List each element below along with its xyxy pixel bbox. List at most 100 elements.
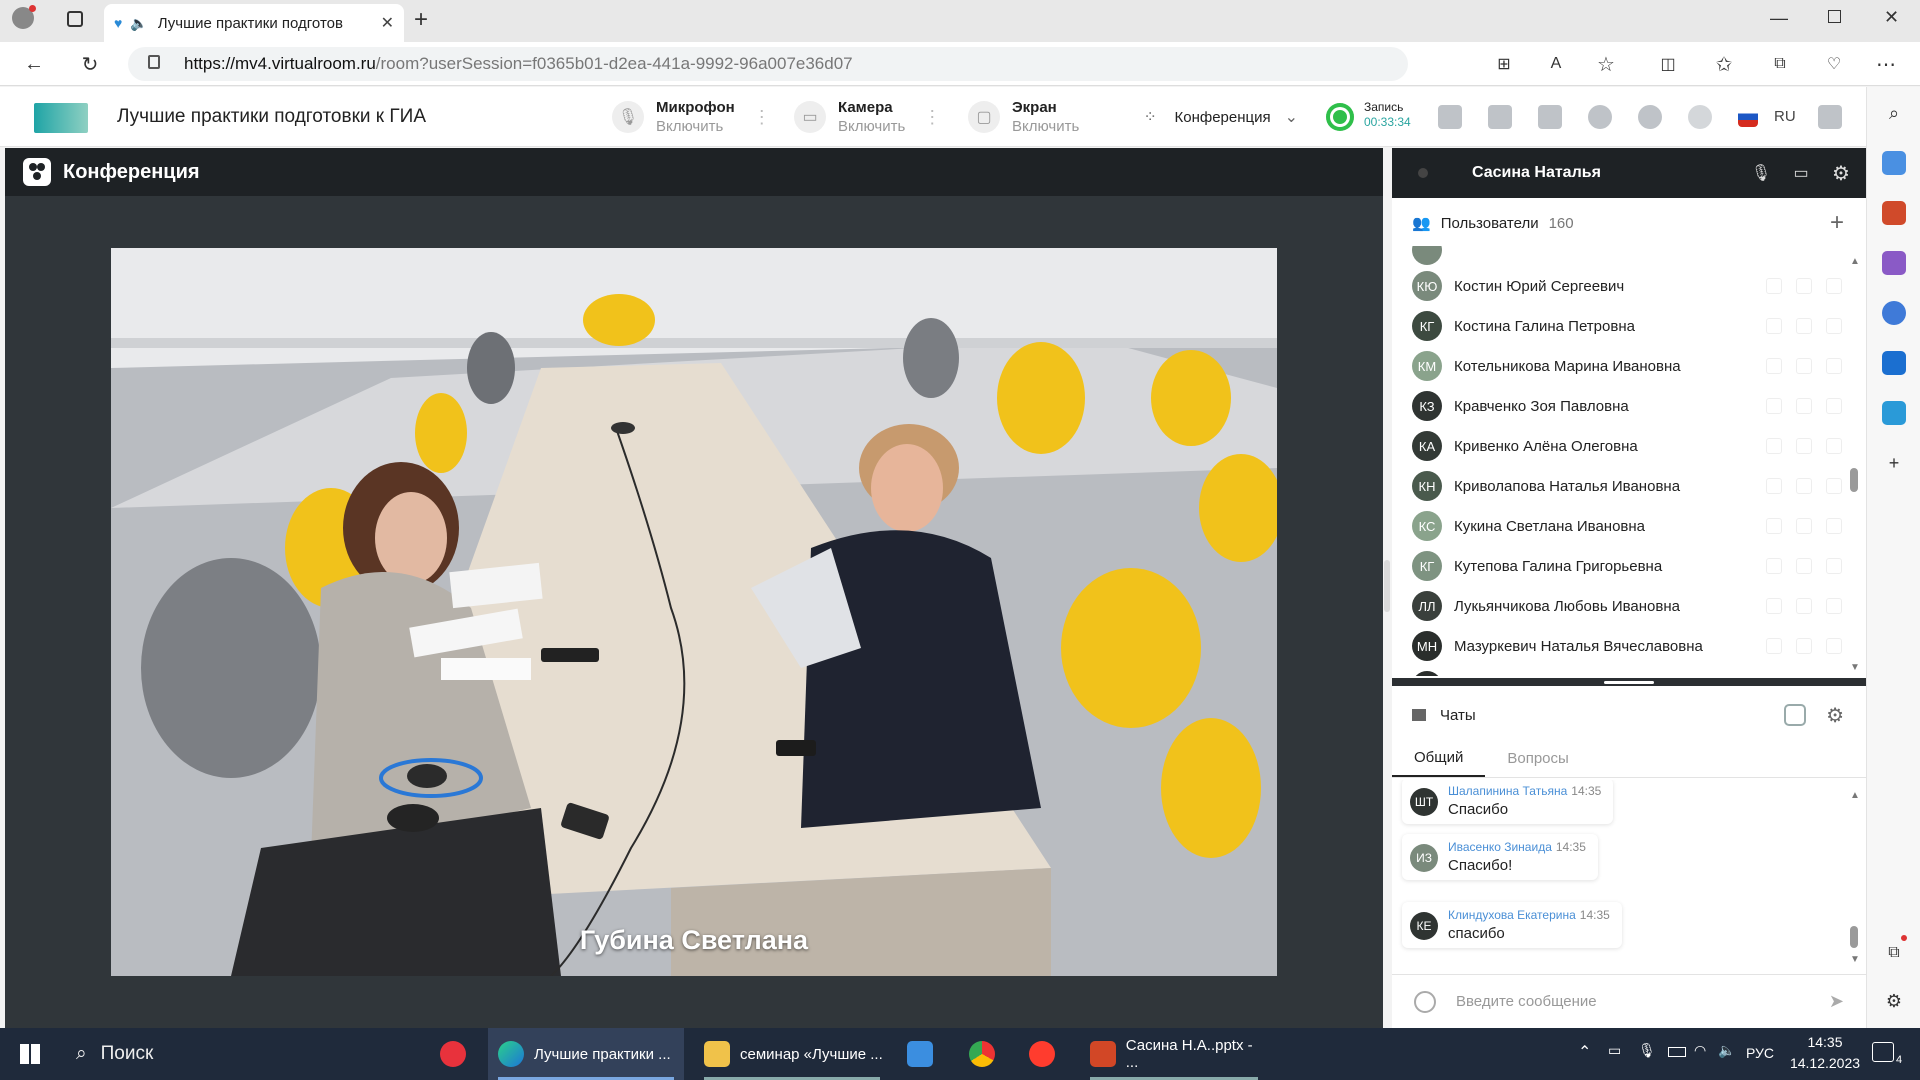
users-scroll-up-icon[interactable]: ▲ [1850, 256, 1860, 267]
user-row[interactable]: КА Кривенко Алёна Олеговна [1412, 426, 1842, 466]
screen-share-button[interactable]: ▢ Экран Включить [958, 93, 1086, 141]
users-scroll-down-icon[interactable]: ▼ [1850, 662, 1860, 673]
restore-window-button[interactable] [1828, 10, 1841, 23]
user-screen-status-icon[interactable] [1826, 358, 1842, 374]
tray-meet-icon[interactable]: ▭ [1608, 1042, 1621, 1059]
sidebar-games-icon[interactable] [1882, 251, 1906, 275]
tab-actions-icon[interactable] [67, 11, 83, 27]
taskbar-yandex-browser[interactable] [428, 1028, 478, 1080]
user-camera-status-icon[interactable] [1796, 278, 1812, 294]
chat-messages[interactable]: ШТ Шалапинина Татьяна 14:35 Спасибо ИЗ Ива… [1392, 780, 1866, 965]
russian-flag-icon[interactable] [1738, 107, 1758, 127]
user-row[interactable]: МН Мазуркевич Наталья Вячеславовна [1412, 626, 1842, 666]
microphone-options-icon[interactable]: ⋮ [753, 107, 771, 128]
participant-icon[interactable] [1588, 105, 1612, 129]
tray-mic-icon[interactable]: 🎙 [1638, 1042, 1656, 1059]
taskbar-powerpoint-window[interactable]: Сасина Н.А..pptx - ... [1080, 1028, 1268, 1080]
collections-icon[interactable]: ⧉ [1766, 50, 1794, 78]
close-tab-icon[interactable]: ✕ [381, 13, 394, 33]
send-icon[interactable]: ➤ [1829, 991, 1844, 1012]
taskbar-edge-window[interactable]: Лучшие практики ... [488, 1028, 684, 1080]
user-mic-status-icon[interactable] [1766, 598, 1782, 614]
grid-apps-icon[interactable] [1438, 105, 1462, 129]
chat-scroll-down-icon[interactable]: ▼ [1850, 954, 1860, 965]
settings-gear-icon[interactable] [1688, 105, 1712, 129]
sidebar-m365-icon[interactable] [1882, 301, 1906, 325]
chats-section-header[interactable]: Чаты ⚙ [1392, 692, 1866, 738]
user-mic-status-icon[interactable] [1766, 398, 1782, 414]
user-camera-status-icon[interactable] [1796, 438, 1812, 454]
add-user-button[interactable]: + [1830, 209, 1844, 237]
my-settings-gear-icon[interactable]: ⚙ [1826, 158, 1856, 188]
tray-overflow-icon[interactable]: ⌃ [1578, 1042, 1591, 1062]
browser-tab-active[interactable]: ♥ 🔈 Лучшие практики подготов ✕ [104, 4, 404, 42]
language-label[interactable]: RU [1774, 108, 1796, 125]
user-screen-status-icon[interactable] [1826, 638, 1842, 654]
users-section-header[interactable]: 👥 Пользователи 160 + [1392, 200, 1866, 246]
user-mic-status-icon[interactable] [1766, 518, 1782, 534]
user-screen-status-icon[interactable] [1826, 518, 1842, 534]
chat-settings-gear-icon[interactable]: ⚙ [1826, 703, 1844, 728]
user-screen-status-icon[interactable] [1826, 278, 1842, 294]
emoji-icon[interactable] [1414, 990, 1436, 1013]
read-aloud-icon[interactable]: A [1542, 50, 1570, 78]
user-row[interactable]: КГ Костина Галина Петровна [1412, 306, 1842, 346]
user-mic-status-icon[interactable] [1766, 358, 1782, 374]
tray-time[interactable]: 14:35 [1780, 1034, 1870, 1050]
user-camera-status-icon[interactable] [1796, 638, 1812, 654]
whiteboard-icon[interactable] [1488, 105, 1512, 129]
split-screen-icon[interactable]: ◫ [1654, 50, 1682, 78]
minimize-window-button[interactable]: — [1770, 8, 1788, 29]
sidebar-settings-gear-icon[interactable]: ⚙ [1882, 989, 1906, 1013]
user-row[interactable]: КГ Кутепова Галина Григорьевна [1412, 546, 1842, 586]
sidebar-shopping-icon[interactable] [1882, 151, 1906, 175]
notification-center-icon[interactable] [1872, 1042, 1894, 1062]
browser-essentials-icon[interactable]: ♡ [1820, 50, 1848, 78]
message-author[interactable]: Клиндухова Екатерина [1448, 908, 1576, 922]
favorite-star-icon[interactable]: ☆ [1592, 50, 1620, 78]
user-mic-status-icon[interactable] [1766, 278, 1782, 294]
taskbar-search[interactable]: ⌕ Поиск [60, 1028, 420, 1080]
user-mic-status-icon[interactable] [1766, 638, 1782, 654]
panel-resize-handle[interactable] [1384, 560, 1390, 612]
my-microphone-off-icon[interactable]: 🎙 [1746, 158, 1776, 188]
user-row[interactable]: КЮ Костин Юрий Сергеевич [1412, 266, 1842, 306]
layout-mode-dropdown[interactable]: ⁘ Конференция ⌄ [1128, 93, 1298, 141]
user-mic-status-icon[interactable] [1766, 478, 1782, 494]
user-camera-status-icon[interactable] [1796, 558, 1812, 574]
refresh-icon[interactable]: ↻ [76, 50, 104, 78]
tray-volume-icon[interactable]: 🔈 [1718, 1042, 1735, 1059]
user-screen-status-icon[interactable] [1826, 438, 1842, 454]
microphone-button[interactable]: 🎙 Микрофон Включить ⋮ [602, 93, 772, 141]
url-input[interactable]: https://mv4.virtualroom.ru/room?userSess… [128, 47, 1408, 81]
tray-date[interactable]: 14.12.2023 [1780, 1055, 1870, 1071]
taskbar-chrome[interactable] [956, 1028, 1008, 1080]
user-camera-status-icon[interactable] [1796, 518, 1812, 534]
user-screen-status-icon[interactable] [1826, 398, 1842, 414]
tray-wifi-icon[interactable]: ◠ [1694, 1042, 1706, 1059]
user-camera-status-icon[interactable] [1796, 358, 1812, 374]
exit-room-icon[interactable] [1818, 105, 1842, 129]
user-camera-status-icon[interactable] [1796, 598, 1812, 614]
close-window-button[interactable]: ✕ [1884, 7, 1899, 28]
user-row[interactable]: КМ Котельникова Марина Ивановна [1412, 346, 1842, 386]
taskbar-yandex[interactable] [1016, 1028, 1068, 1080]
user-mic-status-icon[interactable] [1766, 318, 1782, 334]
users-scrollbar-thumb[interactable] [1850, 468, 1858, 492]
new-tab-button[interactable]: + [414, 6, 428, 34]
user-row-partial[interactable] [1412, 666, 1842, 676]
audio-playing-icon[interactable]: 🔈 [130, 15, 147, 32]
camera-options-icon[interactable]: ⋮ [923, 107, 941, 128]
tray-battery-icon[interactable] [1668, 1047, 1686, 1057]
message-input[interactable]: Введите сообщение [1456, 993, 1829, 1010]
sidebar-popout-icon[interactable]: ⧉ [1882, 941, 1906, 965]
user-camera-status-icon[interactable] [1796, 318, 1812, 334]
panel-divider[interactable] [1392, 678, 1866, 686]
info-icon[interactable] [1638, 105, 1662, 129]
user-row[interactable]: КН Криволапова Наталья Ивановна [1412, 466, 1842, 506]
user-screen-status-icon[interactable] [1826, 318, 1842, 334]
sidebar-search-icon[interactable]: ⌕ [1882, 101, 1906, 125]
user-camera-status-icon[interactable] [1796, 478, 1812, 494]
files-folder-icon[interactable] [1538, 105, 1562, 129]
sidebar-add-icon[interactable]: + [1882, 451, 1906, 475]
